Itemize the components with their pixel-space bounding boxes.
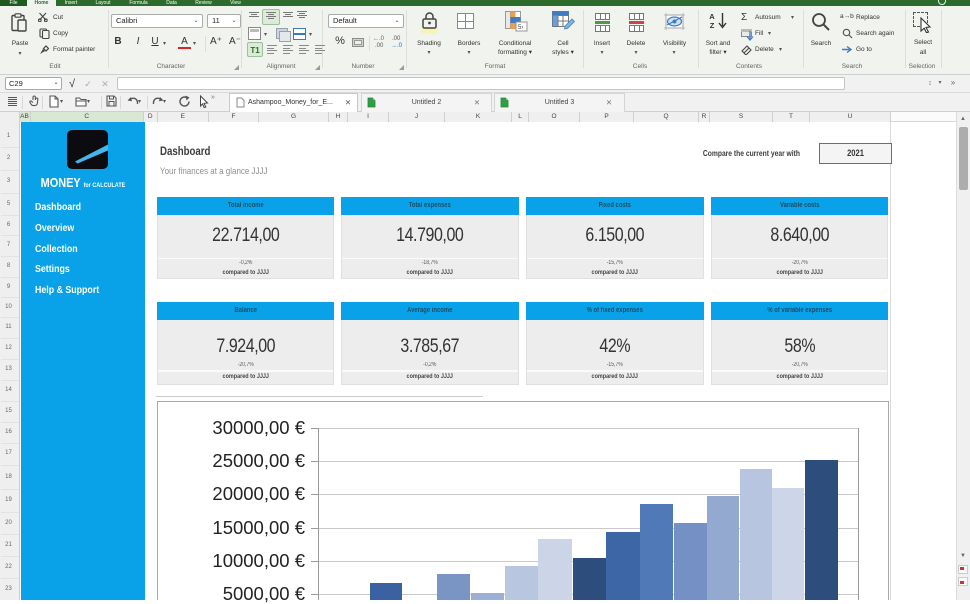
svg-text:5›: 5› <box>518 25 523 31</box>
